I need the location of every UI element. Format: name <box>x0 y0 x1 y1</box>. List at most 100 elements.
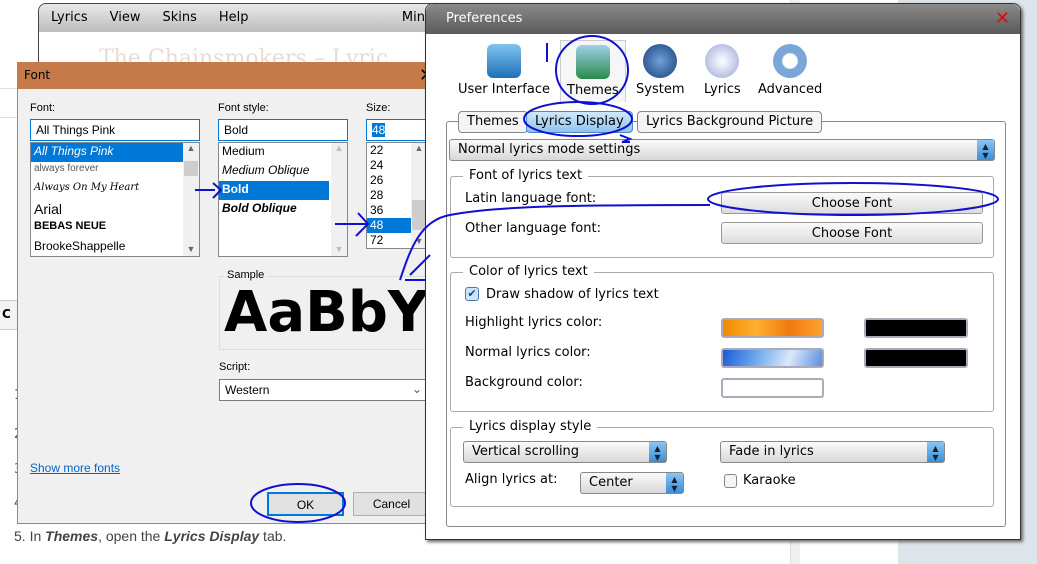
preferences-titlebar: Preferences <box>426 4 1020 34</box>
style-list-item[interactable]: Medium Oblique <box>219 162 347 181</box>
script-value: Western <box>225 383 270 397</box>
font-style-list[interactable]: Medium Medium Oblique Bold Bold Oblique … <box>218 142 348 257</box>
size-list[interactable]: 22 24 26 28 36 48 72 ▲ ▼ <box>366 142 428 249</box>
spinner-arrows-icon: ▲ ▼ <box>927 442 944 462</box>
normal-color-label: Normal lyrics color: <box>465 345 591 360</box>
preferences-title: Preferences <box>446 11 523 26</box>
show-more-fonts-link[interactable]: Show more fonts <box>30 461 120 475</box>
font-style-input[interactable]: Bold <box>218 119 348 141</box>
scroll-mode-value: Vertical scrolling <box>472 444 580 459</box>
gear-icon <box>773 44 808 78</box>
style-list-item[interactable]: Medium <box>219 143 347 162</box>
font-list-item[interactable]: BEBAS NEUE <box>31 219 199 238</box>
font-list-item[interactable]: always forever <box>31 162 199 181</box>
menu-lyrics[interactable]: Lyrics <box>51 10 88 26</box>
highlight-shadow-swatch[interactable] <box>864 318 968 338</box>
normal-color-swatch[interactable] <box>721 348 824 368</box>
mode-select[interactable]: Normal lyrics mode settings ▲ ▼ <box>449 139 995 161</box>
category-themes[interactable]: Themes <box>560 40 626 102</box>
font-group: Font of lyrics text Latin language font:… <box>450 168 994 258</box>
preferences-window: Preferences ✕ User Interface Themes Syst… <box>425 3 1021 540</box>
scrollbar[interactable]: ▲ ▼ <box>183 143 199 256</box>
spinner-arrows-icon: ▲ ▼ <box>649 442 666 462</box>
scrollbar[interactable]: ▲ ▼ <box>331 143 347 256</box>
fade-select[interactable]: Fade in lyrics ▲ ▼ <box>720 441 945 463</box>
latin-font-label: Latin language font: <box>465 191 597 206</box>
menu-view[interactable]: View <box>110 10 141 26</box>
sample-box: AaBbYyZ <box>219 276 429 350</box>
align-label: Align lyrics at: <box>465 472 558 487</box>
spinner-arrows-icon: ▲ ▼ <box>666 473 683 493</box>
sample-text: AaBbYyZ <box>224 280 429 345</box>
globe-icon <box>643 44 678 78</box>
monitor-icon <box>486 44 521 78</box>
highlight-color-swatch[interactable] <box>721 318 824 338</box>
size-list-item[interactable]: 48 <box>367 218 411 233</box>
tab-themes[interactable]: Themes <box>458 111 528 133</box>
choose-latin-font-button[interactable]: Choose Font <box>721 192 983 214</box>
close-icon[interactable]: ✕ <box>995 8 1010 29</box>
menu-skins[interactable]: Skins <box>162 10 196 26</box>
category-label: Advanced <box>758 82 823 97</box>
script-label: Script: <box>219 361 251 373</box>
menu-bar: Lyrics View Skins Help Min <box>39 4 437 32</box>
size-label: Size: <box>366 102 391 114</box>
draw-shadow-checkbox[interactable]: ✔ <box>465 287 479 301</box>
align-value: Center <box>589 475 633 490</box>
category-label: Themes <box>567 83 619 98</box>
cancel-button[interactable]: Cancel <box>353 492 430 516</box>
other-font-label: Other language font: <box>465 221 601 236</box>
align-select[interactable]: Center ▲ ▼ <box>580 472 684 494</box>
karaoke-checkbox[interactable] <box>724 474 737 488</box>
script-select[interactable]: Western ⌄ <box>219 379 429 401</box>
display-style-group: Lyrics display style Vertical scrolling ▲… <box>450 419 994 507</box>
size-input[interactable]: 48 <box>366 119 428 141</box>
chevron-down-icon: ⌄ <box>411 382 422 396</box>
font-style-label: Font style: <box>218 102 269 114</box>
ok-button[interactable]: OK <box>267 492 344 516</box>
step-5-text: 5. In Themes, open the Lyrics Display ta… <box>14 528 287 544</box>
fade-value: Fade in lyrics <box>729 444 814 459</box>
font-label: Font: <box>30 102 56 114</box>
font-group-title: Font of lyrics text <box>463 168 589 183</box>
background-color-swatch[interactable] <box>721 378 824 398</box>
spinner-arrows-icon: ▲ ▼ <box>977 140 994 160</box>
color-group-title: Color of lyrics text <box>463 264 594 279</box>
color-group: Color of lyrics text ✔ Draw shadow of ly… <box>450 264 994 412</box>
category-label: User Interface <box>458 82 550 97</box>
font-dialog-titlebar: Font <box>18 63 442 89</box>
sample-label: Sample <box>224 269 268 281</box>
font-list[interactable]: All Things Pink always forever Always On… <box>30 142 200 257</box>
category-user-interface[interactable]: User Interface <box>458 44 550 97</box>
font-dialog: Font ✕ Font: All Things Pink All Things … <box>17 62 443 524</box>
font-list-item[interactable]: BrookeShappelle <box>31 238 199 256</box>
category-lyrics[interactable]: Lyrics <box>704 44 741 97</box>
style-list-item[interactable]: Bold Oblique <box>219 200 347 219</box>
font-list-item[interactable]: Arial <box>31 200 199 219</box>
display-style-title: Lyrics display style <box>463 419 598 434</box>
highlight-color-label: Highlight lyrics color: <box>465 315 603 330</box>
mode-select-value: Normal lyrics mode settings <box>458 142 641 157</box>
style-list-item[interactable]: Bold <box>219 181 329 200</box>
choose-other-font-button[interactable]: Choose Font <box>721 222 983 244</box>
size-input-value: 48 <box>372 123 386 137</box>
karaoke-label: Karaoke <box>743 473 796 488</box>
font-input[interactable]: All Things Pink <box>30 119 200 141</box>
menu-min[interactable]: Min <box>402 10 425 26</box>
tab-lyrics-background-picture[interactable]: Lyrics Background Picture <box>637 111 823 133</box>
font-list-item[interactable]: All Things Pink <box>31 143 199 162</box>
normal-shadow-swatch[interactable] <box>864 348 968 368</box>
menu-help[interactable]: Help <box>219 10 249 26</box>
draw-shadow-label: Draw shadow of lyrics text <box>486 287 659 302</box>
category-label: Lyrics <box>704 82 741 97</box>
category-advanced[interactable]: Advanced <box>758 44 822 97</box>
music-note-icon <box>705 44 740 78</box>
category-system[interactable]: System <box>636 44 684 97</box>
category-label: System <box>636 82 685 97</box>
background-color-label: Background color: <box>465 375 583 390</box>
font-dialog-title: Font <box>24 68 51 82</box>
scroll-mode-select[interactable]: Vertical scrolling ▲ ▼ <box>463 441 667 463</box>
tab-lyrics-display[interactable]: Lyrics Display <box>526 111 633 133</box>
folder-icon <box>575 45 610 79</box>
font-list-item[interactable]: Always On My Heart <box>31 181 199 200</box>
